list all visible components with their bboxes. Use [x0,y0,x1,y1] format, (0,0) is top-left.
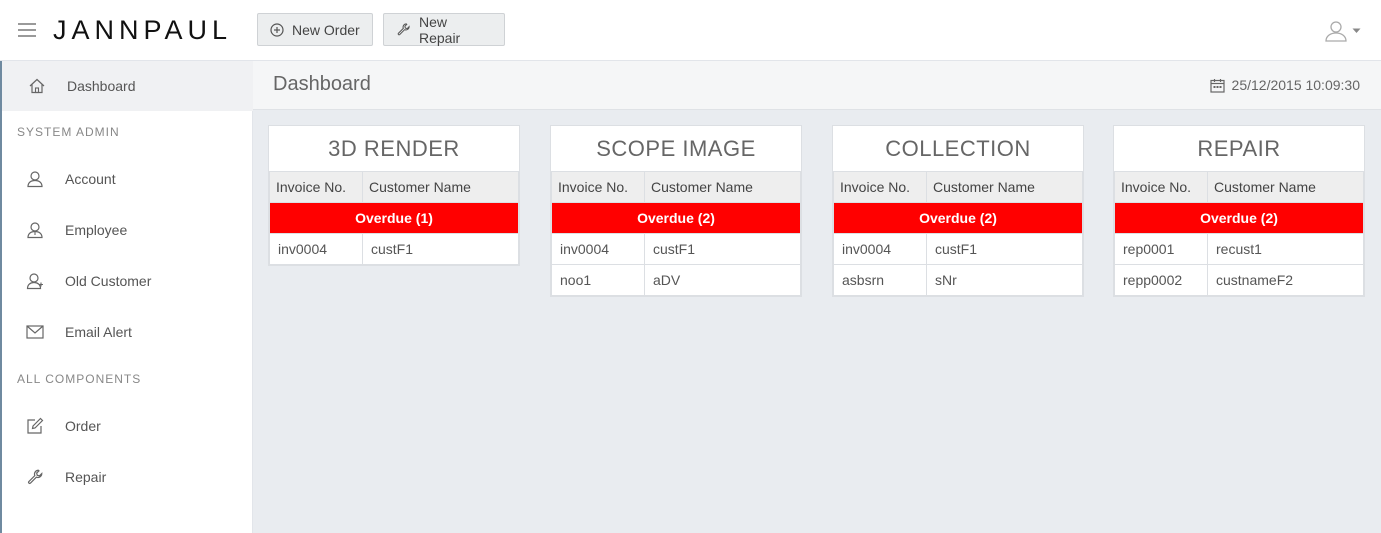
sidebar-item-email-alert[interactable]: Email Alert [2,307,253,357]
overdue-label[interactable]: Overdue (2) [833,202,1083,234]
customer-cell: recust1 [1207,233,1364,265]
sidebar-item-repair[interactable]: Repair [2,452,253,502]
card-3d-render: 3D RENDER Invoice No. Customer Name Over… [268,125,520,266]
sidebar-label-email-alert: Email Alert [65,324,132,340]
table-header-row: Invoice No. Customer Name [269,171,519,203]
sidebar-label-dashboard: Dashboard [67,78,136,94]
new-repair-label: New Repair [418,13,461,46]
sidebar-label-account: Account [65,171,116,187]
overdue-row: Overdue (2) [833,202,1083,234]
customer-cell: custF1 [926,233,1083,265]
overdue-label[interactable]: Overdue (2) [1114,202,1364,234]
invoice-table: Invoice No. Customer Name Overdue (2) in… [551,171,801,296]
table-row[interactable]: inv0004 custF1 [551,233,801,265]
wrench-icon [397,23,410,36]
datetime-value: 25/12/2015 10:09:30 [1231,77,1360,93]
table-header-row: Invoice No. Customer Name [1114,171,1364,203]
column-header-customer[interactable]: Customer Name [1207,171,1364,203]
section-system-admin: SYSTEM ADMIN [17,125,120,139]
plus-circle-icon [270,22,284,37]
column-header-invoice[interactable]: Invoice No. [269,171,363,203]
column-header-customer[interactable]: Customer Name [926,171,1083,203]
table-row[interactable]: inv0004 custF1 [833,233,1083,265]
wrench-icon [24,466,46,488]
sidebar-item-old-customer[interactable]: Old Customer [2,256,253,306]
overdue-row: Overdue (1) [269,202,519,234]
invoice-cell: inv0004 [833,233,927,265]
sidebar-item-account[interactable]: Account [2,154,253,204]
card-scope-image: SCOPE IMAGE Invoice No. Customer Name Ov… [550,125,802,297]
page-header: Dashboard 25/12/2015 10:09:30 [253,61,1381,110]
card-title: SCOPE IMAGE [596,136,756,161]
invoice-cell: inv0004 [269,233,363,265]
invoice-table: Invoice No. Customer Name Overdue (1) in… [269,171,519,265]
overdue-row: Overdue (2) [1114,202,1364,234]
user-follow-icon [24,270,46,292]
invoice-cell: rep0001 [1114,233,1208,265]
table-header-row: Invoice No. Customer Name [833,171,1083,203]
table-row[interactable]: asbsrn sNr [833,264,1083,296]
customer-cell: custnameF2 [1207,264,1364,296]
card-title: REPAIR [1197,136,1281,161]
sidebar-label-repair: Repair [65,469,107,485]
sidebar-label-order: Order [65,418,101,434]
invoice-table: Invoice No. Customer Name Overdue (2) in… [833,171,1083,296]
invoice-table: Invoice No. Customer Name Overdue (2) re… [1114,171,1364,296]
invoice-cell: noo1 [551,264,645,296]
user-avatar-icon [1325,21,1347,42]
sidebar-item-dashboard[interactable]: Dashboard [2,61,253,111]
section-all-components: ALL COMPONENTS [17,372,142,386]
column-header-invoice[interactable]: Invoice No. [1114,171,1208,203]
calendar-icon [1209,78,1225,93]
new-order-label: New Order [292,21,360,38]
table-row[interactable]: noo1 aDV [551,264,801,296]
sidebar-item-order[interactable]: Order [2,401,253,451]
top-header: JANNPAUL New Order New Repair [0,0,1381,61]
hamburger-menu-icon[interactable] [18,23,36,37]
table-header-row: Invoice No. Customer Name [551,171,801,203]
column-header-customer[interactable]: Customer Name [644,171,801,203]
user-icon [24,168,46,190]
customer-cell: aDV [644,264,801,296]
invoice-cell: asbsrn [833,264,927,296]
overdue-label[interactable]: Overdue (1) [269,202,519,234]
table-row[interactable]: repp0002 custnameF2 [1114,264,1364,296]
invoice-cell: inv0004 [551,233,645,265]
employee-icon [24,219,46,241]
caret-down-icon [1352,28,1361,33]
table-row[interactable]: rep0001 recust1 [1114,233,1364,265]
page-title: Dashboard [273,73,371,95]
sidebar: Dashboard SYSTEM ADMIN Account Employee … [0,61,253,533]
customer-cell: sNr [926,264,1083,296]
column-header-invoice[interactable]: Invoice No. [551,171,645,203]
overdue-row: Overdue (2) [551,202,801,234]
card-title: COLLECTION [885,136,1031,161]
customer-cell: custF1 [644,233,801,265]
overdue-label[interactable]: Overdue (2) [551,202,801,234]
card-title: 3D RENDER [328,136,460,161]
sidebar-label-old-customer: Old Customer [65,273,152,289]
customer-cell: custF1 [362,233,519,265]
card-repair: REPAIR Invoice No. Customer Name Overdue… [1113,125,1365,297]
sidebar-item-employee[interactable]: Employee [2,205,253,255]
brand-logo[interactable]: JANNPAUL [53,15,232,46]
home-icon [26,75,48,97]
envelope-icon [24,321,46,343]
table-row[interactable]: inv0004 custF1 [269,233,519,265]
column-header-customer[interactable]: Customer Name [362,171,519,203]
sidebar-label-employee: Employee [65,222,128,238]
note-edit-icon [24,415,46,437]
invoice-cell: repp0002 [1114,264,1208,296]
user-menu[interactable] [1324,20,1361,42]
datetime-display: 25/12/2015 10:09:30 [1209,77,1360,93]
column-header-invoice[interactable]: Invoice No. [833,171,927,203]
new-repair-button[interactable]: New Repair [383,13,505,46]
new-order-button[interactable]: New Order [257,13,373,46]
card-collection: COLLECTION Invoice No. Customer Name Ove… [832,125,1084,297]
